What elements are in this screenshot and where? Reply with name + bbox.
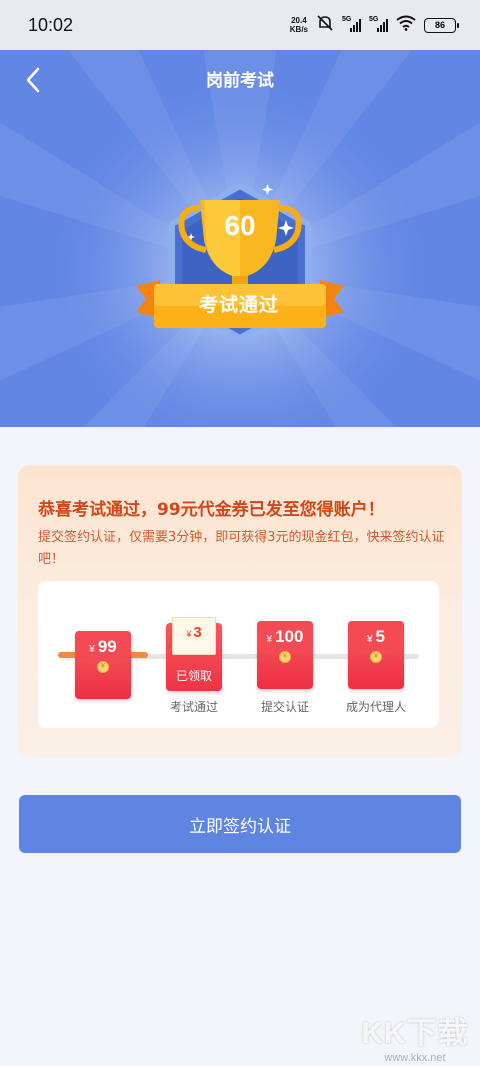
red-envelope-5: ¥5 ¥ (348, 621, 404, 689)
battery-icon: 86 (424, 17, 459, 33)
watermark: KK下载 www.kkx.net (360, 1008, 470, 1064)
step-label-become-agent: 成为代理人 (345, 700, 406, 714)
status-icons: 20.4 KB/s 5G 5G 86 (289, 15, 459, 35)
signal-5g-icon-2: 5G (369, 16, 388, 32)
trophy-badge-icon (136, 182, 344, 342)
coin-icon: ¥ (97, 661, 109, 673)
watermark-url: www.kkx.net (384, 1052, 446, 1064)
sign-certification-button[interactable]: 立即签约认证 (19, 795, 461, 853)
status-bar: 10:02 20.4 KB/s 5G 5G 86 (0, 0, 480, 50)
reward-card: 恭喜考试通过，99元代金券已发至您得账户！ 提交签约认证，仅需要3分钟，即可获得… (18, 465, 462, 757)
wifi-icon (396, 15, 416, 35)
exam-result-header: 岗前考试 60 考试通过 (0, 50, 480, 427)
coin-icon: ¥ (279, 651, 291, 663)
exam-passed-badge: 考试通过 (198, 294, 279, 316)
watermark-logo: KK下载 (361, 1017, 469, 1050)
coin-icon: ¥ (370, 651, 382, 663)
page-title: 岗前考试 (206, 71, 274, 91)
red-envelope-3-claimed: ¥3 已领取 (166, 617, 222, 691)
red-envelope-100: ¥100 ¥ (257, 621, 313, 689)
step-label-submit-certification: 提交认证 (260, 700, 309, 714)
status-time: 10:02 (28, 14, 74, 35)
reward-steps: ¥99 ¥ ¥3 已领取 考试通过 ¥100 ¥ 提交认证 ¥5 ¥ 成为代理人 (38, 581, 439, 728)
mute-icon (316, 15, 334, 35)
reward-card-description: 提交签约认证，仅需要3分钟，即可获得3元的现金红包，快来签约认证吧！ (38, 530, 445, 567)
claimed-status: 已领取 (175, 669, 212, 683)
step-label-exam-passed: 考试通过 (169, 700, 218, 714)
signal-5g-icon-1: 5G (342, 16, 361, 32)
opened-envelope-paper: ¥3 (172, 617, 216, 655)
network-speed: 20.4 KB/s (289, 16, 308, 34)
reward-card-title: 恭喜考试通过，99元代金券已发至您得账户！ (38, 500, 385, 520)
exam-score: 60 (224, 210, 256, 241)
red-envelope-99: ¥99 ¥ (75, 631, 131, 699)
